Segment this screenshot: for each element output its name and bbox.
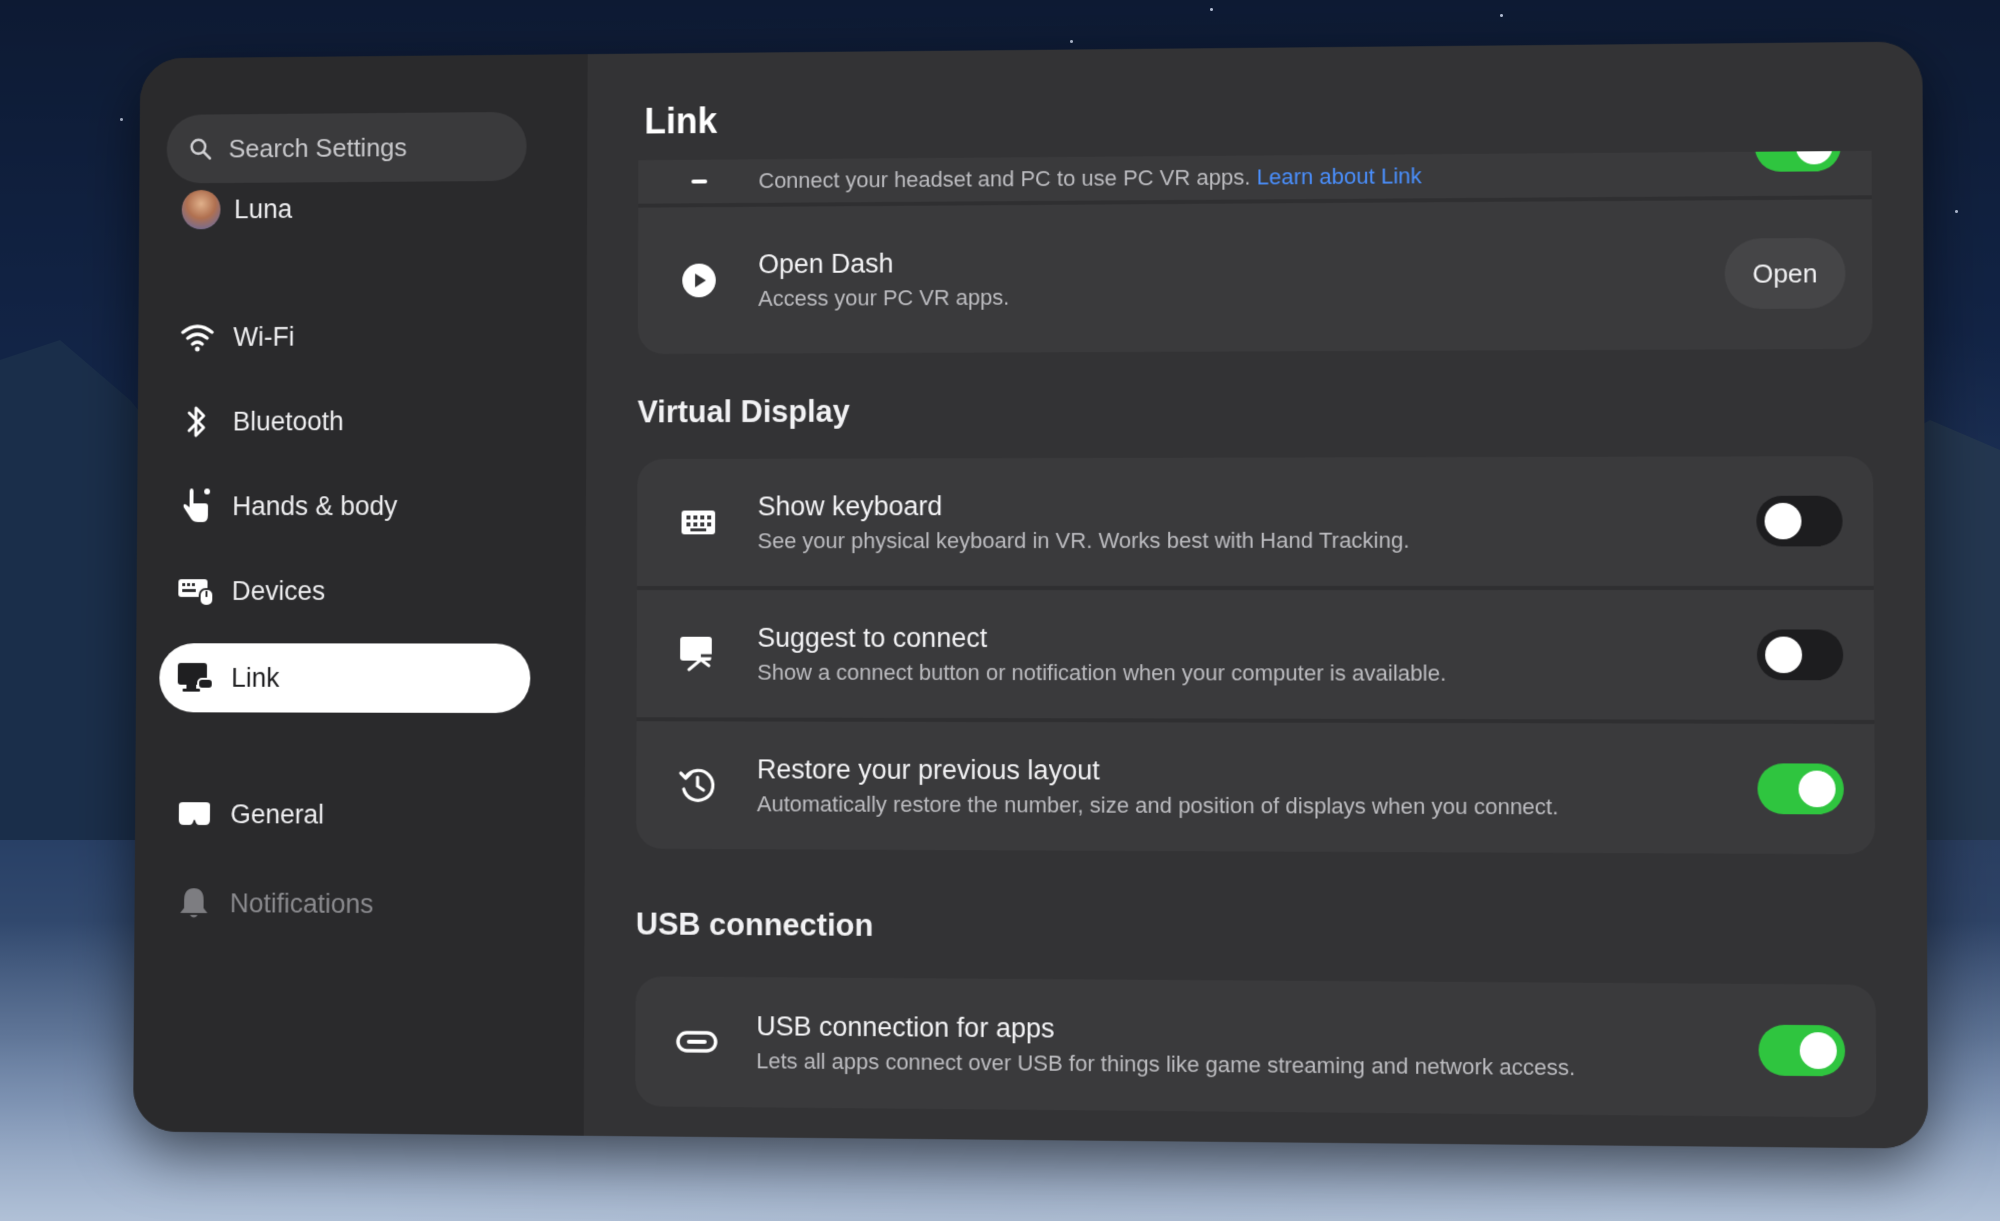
show-keyboard-toggle[interactable]: [1756, 495, 1843, 547]
open-dash-button[interactable]: Open: [1724, 237, 1846, 310]
sidebar-item-link[interactable]: Link: [159, 643, 531, 714]
sidebar-item-notifications[interactable]: Notifications: [158, 868, 530, 939]
sidebar-item-label: Notifications: [229, 887, 374, 919]
settings-window: Search Settings Luna Wi-Fi Bluetooth Han…: [133, 41, 1929, 1149]
sidebar-item-label: Link: [231, 662, 280, 693]
show-keyboard-row: Show keyboard See your physical keyboard…: [637, 456, 1874, 586]
hand-icon: [174, 484, 219, 529]
sidebar-item-bluetooth[interactable]: Bluetooth: [161, 386, 532, 456]
usb-apps-row: USB connection for apps Lets all apps co…: [635, 976, 1876, 1117]
open-dash-row: Open Dash Access your PC VR apps. Open: [638, 199, 1873, 354]
link-card: Connect your headset and PC to use PC VR…: [637, 150, 1873, 355]
search-icon: [188, 136, 213, 162]
sidebar-item-wifi[interactable]: Wi-Fi: [161, 301, 531, 372]
avatar: [181, 189, 221, 230]
sidebar-item-general[interactable]: General: [158, 779, 530, 850]
bell-icon: [171, 880, 216, 926]
usb-connection-heading: USB connection: [635, 906, 874, 943]
sidebar-item-devices[interactable]: Devices: [160, 556, 531, 625]
restore-layout-row: Restore your previous layout Automatical…: [636, 721, 1875, 854]
suggest-connect-subtitle: Show a connect button or notification wh…: [757, 659, 1447, 686]
toggle-knob: [1799, 1032, 1837, 1070]
sidebar-item-label: Wi-Fi: [233, 321, 295, 352]
open-dash-subtitle: Access your PC VR apps.: [758, 284, 1010, 311]
search-placeholder: Search Settings: [228, 131, 408, 163]
restore-layout-toggle[interactable]: [1757, 763, 1844, 815]
sidebar-item-label: Bluetooth: [232, 405, 344, 436]
profile-name: Luna: [233, 193, 293, 224]
usb-icon: [657, 1030, 736, 1053]
usb-apps-toggle[interactable]: [1758, 1024, 1846, 1077]
headset-icon: [172, 791, 217, 837]
play-icon: [660, 262, 739, 298]
main-panel: Link Connect your headset and PC to use …: [583, 41, 1929, 1149]
virtual-display-card: Show keyboard See your physical keyboard…: [636, 456, 1876, 855]
devices-icon: [173, 568, 218, 613]
link-monitor-icon: [173, 655, 218, 700]
wifi-icon: [175, 315, 220, 360]
usb-card: USB connection for apps Lets all apps co…: [635, 976, 1877, 1118]
page-title: Link: [644, 100, 718, 142]
restore-layout-title: Restore your previous layout: [756, 753, 1100, 785]
toggle-knob: [1764, 502, 1802, 540]
restore-layout-subtitle: Automatically restore the number, size a…: [756, 790, 1559, 819]
suggest-connect-toggle[interactable]: [1756, 629, 1844, 681]
show-keyboard-title: Show keyboard: [757, 490, 943, 521]
toggle-knob: [1798, 770, 1836, 808]
toggle-knob: [1795, 150, 1833, 165]
toggle-knob: [1765, 636, 1803, 674]
sidebar-item-hands-body[interactable]: Hands & body: [160, 471, 531, 541]
suggest-connect-row: Suggest to connect Show a connect button…: [637, 590, 1875, 720]
sidebar-item-label: Devices: [231, 575, 326, 606]
monitor-connect-icon: [658, 636, 737, 672]
sidebar: Search Settings Luna Wi-Fi Bluetooth Han…: [133, 54, 588, 1136]
learn-about-link[interactable]: Learn about Link: [1257, 163, 1422, 189]
sidebar-item-label: Hands & body: [232, 490, 398, 521]
bluetooth-icon: [174, 399, 219, 444]
link-row-icon: [660, 179, 739, 184]
usb-apps-subtitle: Lets all apps connect over USB for thing…: [756, 1047, 1576, 1080]
show-keyboard-subtitle: See your physical keyboard in VR. Works …: [757, 527, 1410, 553]
link-row-subtitle: Connect your headset and PC to use PC VR…: [758, 163, 1422, 193]
virtual-display-heading: Virtual Display: [637, 393, 850, 430]
open-dash-title: Open Dash: [758, 248, 894, 279]
keyboard-icon: [659, 509, 738, 535]
profile-item[interactable]: Luna: [162, 173, 532, 244]
usb-apps-title: USB connection for apps: [756, 1010, 1055, 1044]
sidebar-item-label: General: [230, 798, 325, 829]
history-icon: [658, 765, 737, 805]
link-toggle[interactable]: [1754, 150, 1841, 172]
suggest-connect-title: Suggest to connect: [757, 622, 988, 653]
